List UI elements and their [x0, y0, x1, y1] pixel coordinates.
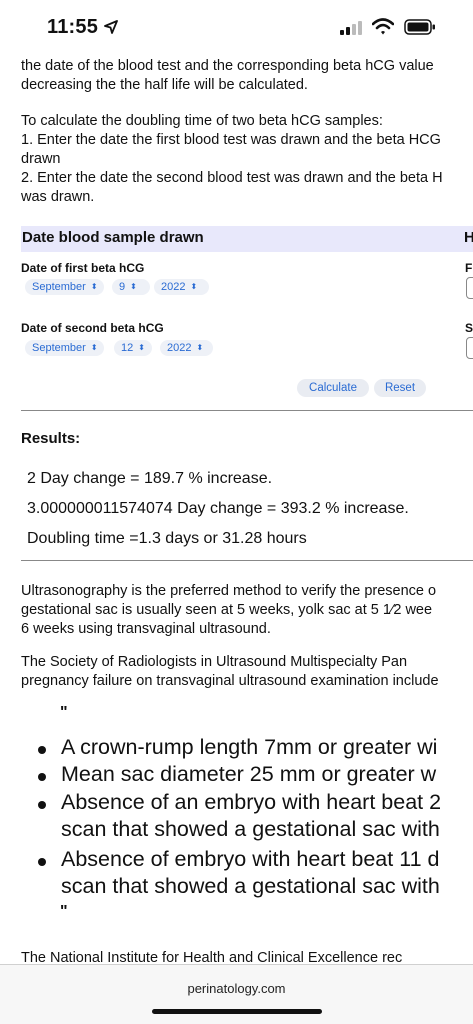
intro-paragraph: the date of the blood test and the corre…	[21, 58, 434, 93]
calculate-button[interactable]: Calculate	[297, 379, 369, 397]
reset-button[interactable]: Reset	[374, 379, 426, 397]
chevron-updown-icon: ⬍	[138, 343, 145, 352]
quote-open: "	[60, 704, 68, 721]
society-paragraph: The Society of Radiologists in Ultrasoun…	[21, 654, 439, 689]
first-date-label: Date of first beta hCG	[21, 261, 145, 275]
second-date-label: Date of second beta hCG	[21, 321, 164, 335]
second-day-select[interactable]: 12 ⬍	[114, 340, 152, 356]
first-month-select[interactable]: September ⬍	[25, 279, 104, 295]
sample-date-header: Date blood sample drawn H	[21, 226, 473, 252]
second-year-select[interactable]: 2022 ⬍	[160, 340, 213, 356]
instructions-paragraph: To calculate the doubling time of two be…	[21, 113, 443, 205]
bullet-icon	[38, 801, 46, 809]
ultrasound-paragraph: Ultrasonography is the preferred method …	[21, 583, 437, 637]
result-three-day-change: 3.000000011574074 Day change = 393.2 % i…	[27, 500, 409, 517]
bullet-icon	[38, 773, 46, 781]
results-label: Results:	[21, 430, 81, 447]
nice-paragraph: The National Institute for Health and Cl…	[21, 950, 403, 964]
url-bar[interactable]: perinatology.com	[0, 981, 473, 996]
first-day-select[interactable]: 9 ⬍	[112, 279, 150, 295]
page-content: the date of the blood test and the corre…	[0, 56, 473, 964]
bullet-icon	[38, 746, 46, 754]
first-hcg-input[interactable]	[466, 277, 473, 299]
form-divider	[21, 410, 473, 411]
chevron-updown-icon: ⬍	[90, 343, 98, 352]
status-bar: 11:55	[0, 0, 473, 56]
status-time: 11:55	[47, 16, 99, 38]
bullet-icon	[38, 858, 46, 866]
chevron-updown-icon: ⬍	[130, 282, 137, 291]
home-indicator[interactable]	[152, 1009, 322, 1014]
hcg-column-title: H	[464, 229, 473, 246]
wifi-icon	[372, 18, 394, 35]
location-arrow-icon	[104, 20, 118, 34]
quote-close: "	[60, 903, 68, 920]
chevron-updown-icon: ⬍	[90, 282, 98, 291]
result-doubling-time: Doubling time =1.3 days or 31.28 hours	[27, 530, 307, 547]
results-divider	[21, 560, 473, 561]
sample-date-title: Date blood sample drawn	[22, 229, 204, 246]
chevron-updown-icon: ⬍	[190, 282, 198, 291]
battery-icon	[404, 19, 435, 35]
first-value-label: F	[465, 261, 473, 275]
chevron-updown-icon: ⬍	[196, 343, 204, 352]
browser-bottom-bar: perinatology.com	[0, 964, 473, 1024]
second-hcg-input[interactable]	[466, 337, 473, 359]
second-month-select[interactable]: September ⬍	[25, 340, 104, 356]
cellular-signal-icon	[340, 21, 362, 35]
second-value-label: S	[465, 321, 473, 335]
result-two-day-change: 2 Day change = 189.7 % increase.	[27, 470, 273, 487]
first-year-select[interactable]: 2022 ⬍	[154, 279, 209, 295]
